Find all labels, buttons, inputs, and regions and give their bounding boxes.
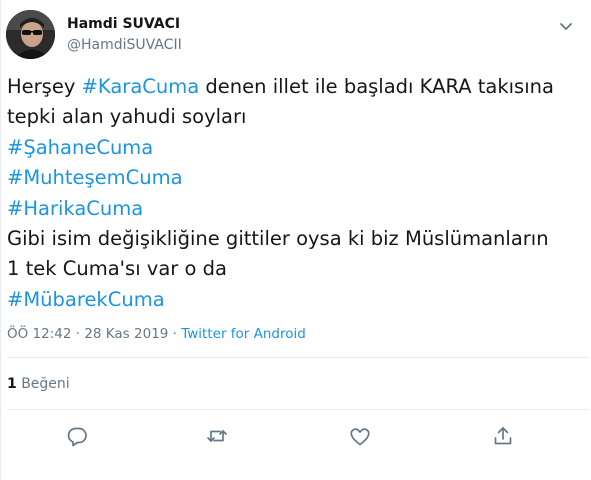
hashtag-link[interactable]: #MübarekCuma — [7, 288, 165, 311]
tweet-text-line: Herşey #KaraCuma denen illet ile başladı… — [7, 72, 582, 102]
tweet-text-line: 1 tek Cuma'sı var o da — [7, 254, 582, 284]
hashtag-link[interactable]: #ŞahaneCuma — [7, 136, 153, 159]
reply-icon[interactable] — [65, 424, 89, 448]
likes-stat[interactable]: 1 Beğeni — [7, 376, 70, 392]
tweet-time[interactable]: ÖÖ 12:42 — [7, 326, 71, 342]
avatar[interactable] — [6, 10, 55, 59]
tweet-text-segment: denen illet ile başladı KARA takısına — [199, 75, 554, 98]
tweet-text-line: #HarikaCuma — [7, 194, 582, 224]
tweet-text-segment: 1 tek Cuma's — [7, 257, 136, 281]
divider — [7, 357, 589, 358]
chevron-down-icon[interactable] — [556, 16, 576, 36]
tweet-text-line: #MuhteşemCuma — [7, 163, 582, 193]
meta-separator: · — [71, 326, 85, 342]
tweet-text-segment: Gibi isim değişikliğine gittiler oysa ki… — [7, 226, 549, 250]
hashtag-link[interactable]: #MuhteşemCuma — [7, 166, 183, 189]
tweet-meta: ÖÖ 12:42 · 28 Kas 2019 · Twitter for And… — [7, 326, 306, 342]
tweet-header: Hamdi SUVACI @HamdiSUVACII — [6, 10, 586, 62]
tweet-text-segment: tepki alan yahudi soyları — [7, 105, 247, 129]
hashtag-link[interactable]: #KaraCuma — [82, 75, 200, 98]
tweet-text-line: #MübarekCuma — [7, 285, 582, 315]
tweet-text: Herşey #KaraCuma denen illet ile başladı… — [7, 72, 582, 315]
user-handle[interactable]: @HamdiSUVACII — [67, 37, 182, 53]
meta-separator: · — [168, 326, 182, 342]
divider — [7, 409, 589, 410]
tweet-text-line: Gibi isim değişikliğine gittiler oysa ki… — [7, 224, 582, 254]
share-icon[interactable] — [491, 424, 515, 448]
tweet-source-link[interactable]: Twitter for Android — [181, 326, 306, 342]
tweet-text-segment: ı var o da — [135, 257, 227, 281]
tweet-text-line: tepki alan yahudi soyları — [7, 102, 582, 132]
tweet-text-segment: Herşey — [7, 75, 82, 98]
heart-icon[interactable] — [348, 424, 372, 448]
tweet-date[interactable]: 28 Kas 2019 — [84, 326, 168, 342]
tweet-actions — [1, 424, 591, 450]
user-name[interactable]: Hamdi SUVACI — [67, 16, 180, 32]
likes-count: 1 — [7, 376, 17, 392]
tweet-text-line: #ŞahaneCuma — [7, 133, 582, 163]
hashtag-link[interactable]: #HarikaCuma — [7, 197, 143, 220]
retweet-icon[interactable] — [205, 424, 229, 448]
likes-label: Beğeni — [16, 376, 70, 392]
